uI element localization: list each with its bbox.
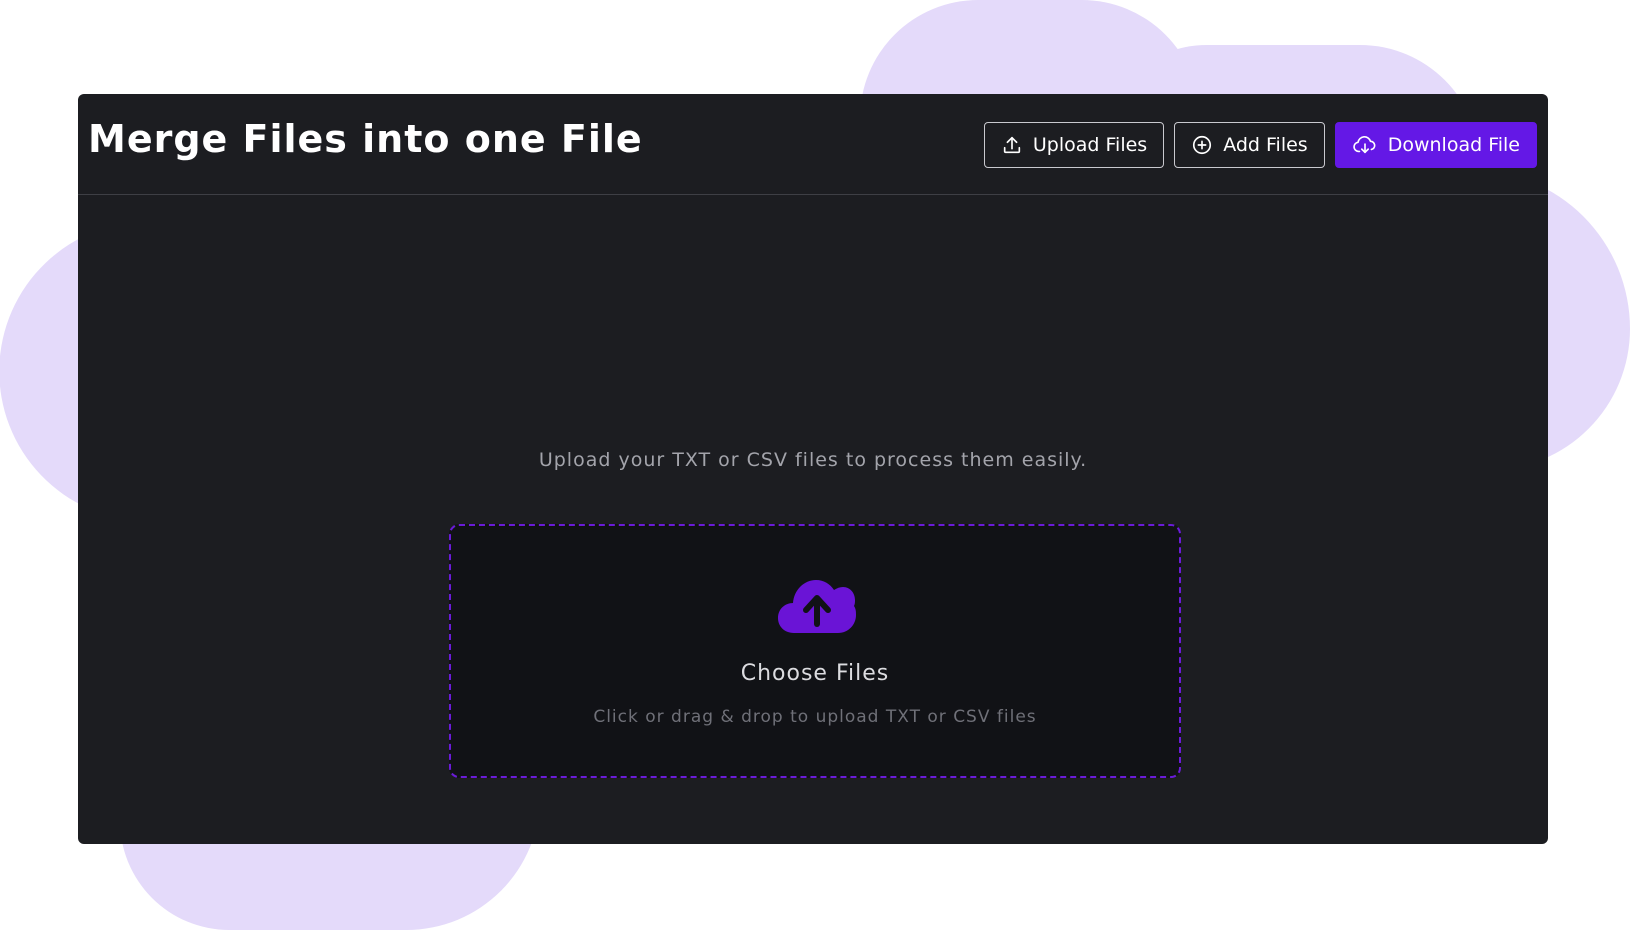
- upload-icon: [1001, 134, 1023, 156]
- header-actions: Upload Files Add Files Download File: [983, 122, 1537, 168]
- page-background: Merge Files into one File Upload Files A…: [0, 0, 1633, 934]
- cloud-download-icon: [1352, 134, 1378, 156]
- add-files-label: Add Files: [1223, 134, 1308, 156]
- main-content: Upload your TXT or CSV files to process …: [78, 195, 1548, 844]
- file-dropzone[interactable]: Choose Files Click or drag & drop to upl…: [449, 524, 1181, 778]
- card-header: Merge Files into one File Upload Files A…: [78, 94, 1548, 195]
- dropzone-hint: Click or drag & drop to upload TXT or CS…: [593, 707, 1037, 727]
- upload-files-button[interactable]: Upload Files: [983, 122, 1165, 168]
- upload-files-label: Upload Files: [1032, 134, 1148, 156]
- download-file-label: Download File: [1387, 134, 1520, 156]
- page-title: Merge Files into one File: [88, 117, 643, 161]
- plus-circle-icon: [1191, 134, 1213, 156]
- choose-files-title: Choose Files: [740, 661, 890, 686]
- download-file-button[interactable]: Download File: [1334, 122, 1537, 168]
- merge-files-card: Merge Files into one File Upload Files A…: [78, 94, 1548, 844]
- add-files-button[interactable]: Add Files: [1174, 122, 1325, 168]
- cloud-upload-icon: [778, 578, 856, 634]
- intro-text: Upload your TXT or CSV files to process …: [538, 449, 1088, 471]
